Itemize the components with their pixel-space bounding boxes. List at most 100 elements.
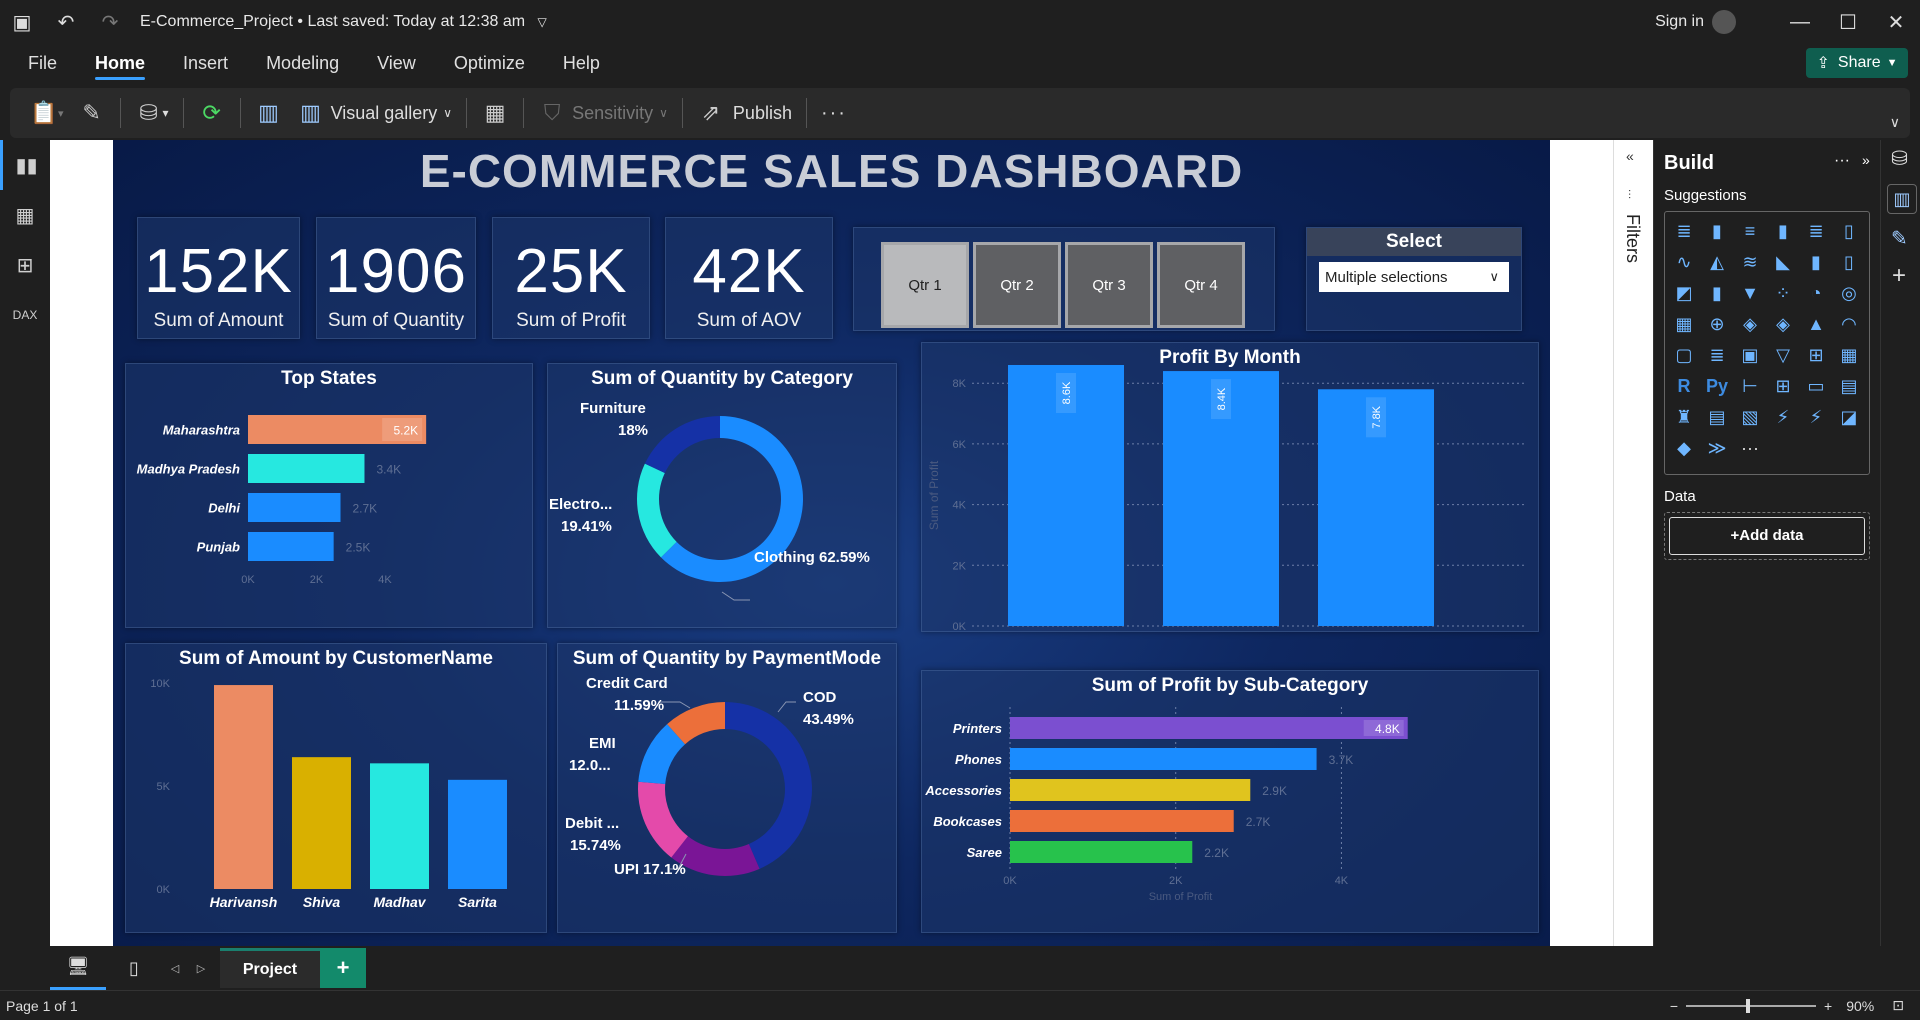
visual-type-icon[interactable]: R [1671,373,1697,399]
close-icon[interactable]: ✕ [1872,0,1920,44]
refresh-button[interactable]: ⟳ [198,93,226,133]
user-avatar-icon[interactable] [1712,10,1736,34]
visual-type-icon[interactable]: ▢ [1671,342,1697,368]
visual-type-icon[interactable]: ◠ [1836,311,1862,337]
data-pane-icon[interactable]: ⛁ [1891,146,1908,171]
visual-type-icon[interactable]: ♜ [1671,404,1697,430]
minimize-icon[interactable]: — [1776,0,1824,44]
visual-type-icon[interactable]: ▦ [1836,342,1862,368]
share-button[interactable]: ⇪ Share ▼ [1806,48,1908,78]
kpi-card-quantity[interactable]: 1906 Sum of Quantity [316,217,476,339]
chart-profit-by-subcategory[interactable]: Sum of Profit by Sub-Category 0K 2K 4K Sum … [921,670,1539,933]
zoom-in-icon[interactable]: + [1824,998,1832,1014]
table-view-icon[interactable]: ▦ [0,190,50,240]
slicer-qtr4-button[interactable]: Qtr 4 [1157,242,1245,328]
visual-type-icon[interactable]: ◆ [1671,435,1697,461]
menu-optimize[interactable]: Optimize [454,44,525,82]
collapse-ribbon-icon[interactable]: ∨ [1890,102,1900,142]
format-painter-button[interactable]: ✎ [78,93,106,133]
visual-type-icon[interactable]: ▽ [1770,342,1796,368]
visual-type-icon[interactable]: ▤ [1836,373,1862,399]
chart-top-states[interactable]: Top States 0K 2K 4K Maharashtra 5.2K Madhya P… [125,363,533,628]
kpi-card-amount[interactable]: 152K Sum of Amount [137,217,300,339]
visual-type-icon[interactable]: ◈ [1737,311,1763,337]
menu-insert[interactable]: Insert [183,44,228,82]
sensitivity-button[interactable]: ⛉ Sensitivity ∨ [538,93,668,133]
chart-profit-by-month[interactable]: Profit By Month 0K2K4K6K8KSum of ProfitJ… [921,342,1539,633]
fit-page-icon[interactable]: ⊡ [1892,997,1904,1014]
visual-type-icon[interactable]: ◭ [1704,249,1730,275]
menu-file[interactable]: File [28,44,57,82]
desktop-layout-icon[interactable]: 🖥 [50,946,106,990]
visual-type-icon[interactable]: ▦ [1671,311,1697,337]
chevron-down-icon[interactable]: ▽ [538,15,547,29]
visual-type-icon[interactable]: ≣ [1803,218,1829,244]
paste-button[interactable]: 📋 ▾ [30,93,63,133]
visual-gallery-button[interactable]: ▥ Visual gallery ∨ [297,93,452,133]
add-pane-icon[interactable]: + [1892,262,1906,290]
visual-type-icon[interactable]: ⊢ [1737,373,1763,399]
add-page-button[interactable]: + [320,948,366,988]
visual-type-icon[interactable]: ≣ [1671,218,1697,244]
slicer-qtr1-button[interactable]: Qtr 1 [881,242,969,328]
get-data-button[interactable]: ⛁ ▾ [135,93,168,133]
chart-quantity-by-payment[interactable]: Sum of Quantity by PaymentMode COD 43.49%… [557,643,897,933]
visual-type-icon[interactable]: ▲ [1803,311,1829,337]
mobile-layout-icon[interactable]: ▯ [106,946,162,990]
visual-type-icon[interactable]: ▮ [1803,249,1829,275]
visual-type-icon[interactable]: ≋ [1737,249,1763,275]
visual-type-icon[interactable]: ◈ [1770,311,1796,337]
visual-type-icon[interactable]: ▯ [1836,218,1862,244]
format-pane-icon[interactable]: ✎ [1891,226,1908,251]
next-page-icon[interactable]: ▷ [188,962,214,975]
visual-type-icon[interactable]: ··· [1737,435,1763,461]
expand-filters-icon[interactable]: « [1626,148,1634,164]
visual-type-icon[interactable]: ≡ [1737,218,1763,244]
visual-type-icon[interactable]: ▼ [1737,280,1763,306]
dax-query-icon[interactable]: DAX [0,290,50,340]
visual-type-icon[interactable]: ∿ [1671,249,1697,275]
slicer-qtr3-button[interactable]: Qtr 3 [1065,242,1153,328]
visual-type-icon[interactable]: ≣ [1704,342,1730,368]
collapse-pane-icon[interactable]: » [1862,152,1870,168]
visual-type-icon[interactable]: ≫ [1704,435,1730,461]
build-more-icon[interactable]: ··· [1834,152,1850,170]
build-pane-icon[interactable]: ▥ [1887,184,1917,214]
undo-icon[interactable]: ↶ [44,0,88,44]
filters-pane-collapsed[interactable]: « ⫶ Filters [1613,140,1653,946]
visual-type-icon[interactable]: ▣ [1737,342,1763,368]
kpi-card-aov[interactable]: 42K Sum of AOV [665,217,833,339]
page-tab-project[interactable]: Project [220,948,320,988]
visual-type-icon[interactable]: ◩ [1671,280,1697,306]
zoom-level[interactable]: 90% [1846,998,1874,1014]
menu-home[interactable]: Home [95,44,146,82]
zoom-slider-thumb[interactable] [1746,998,1751,1013]
visual-type-icon[interactable]: ▭ [1803,373,1829,399]
add-data-button[interactable]: +Add data [1669,517,1865,555]
visual-type-icon[interactable]: ▤ [1704,404,1730,430]
visual-type-icon[interactable]: ◔ [1803,280,1829,306]
chart-amount-by-customer[interactable]: Sum of Amount by CustomerName 0K 5K 10K Har… [125,643,547,933]
model-view-icon[interactable]: ⊞ [0,240,50,290]
visual-type-icon[interactable]: ▮ [1770,218,1796,244]
visual-type-icon[interactable]: ⁘ [1770,280,1796,306]
visual-type-icon[interactable]: Py [1704,373,1730,399]
zoom-out-icon[interactable]: − [1670,998,1678,1014]
visual-type-icon[interactable]: ⊞ [1770,373,1796,399]
visual-type-icon[interactable]: ⚡ [1803,404,1829,430]
menu-view[interactable]: View [377,44,416,82]
visual-type-icon[interactable]: ▮ [1704,218,1730,244]
redo-icon[interactable]: ↷ [88,0,132,44]
visual-type-icon[interactable]: ▧ [1737,404,1763,430]
zoom-slider[interactable] [1686,998,1817,1013]
slicer-qtr2-button[interactable]: Qtr 2 [973,242,1061,328]
report-view-icon[interactable]: ▮▮ [0,140,50,190]
calculator-button[interactable]: ▦ [481,93,509,133]
visual-type-icon[interactable]: ◎ [1836,280,1862,306]
visual-type-icon[interactable]: ⚡ [1770,404,1796,430]
visual-type-icon[interactable]: ◣ [1770,249,1796,275]
visual-type-icon[interactable]: ⊞ [1803,342,1829,368]
publish-button[interactable]: ⇗ Publish [697,93,792,133]
visual-type-icon[interactable]: ⊕ [1704,311,1730,337]
visual-type-icon[interactable]: ▯ [1836,249,1862,275]
